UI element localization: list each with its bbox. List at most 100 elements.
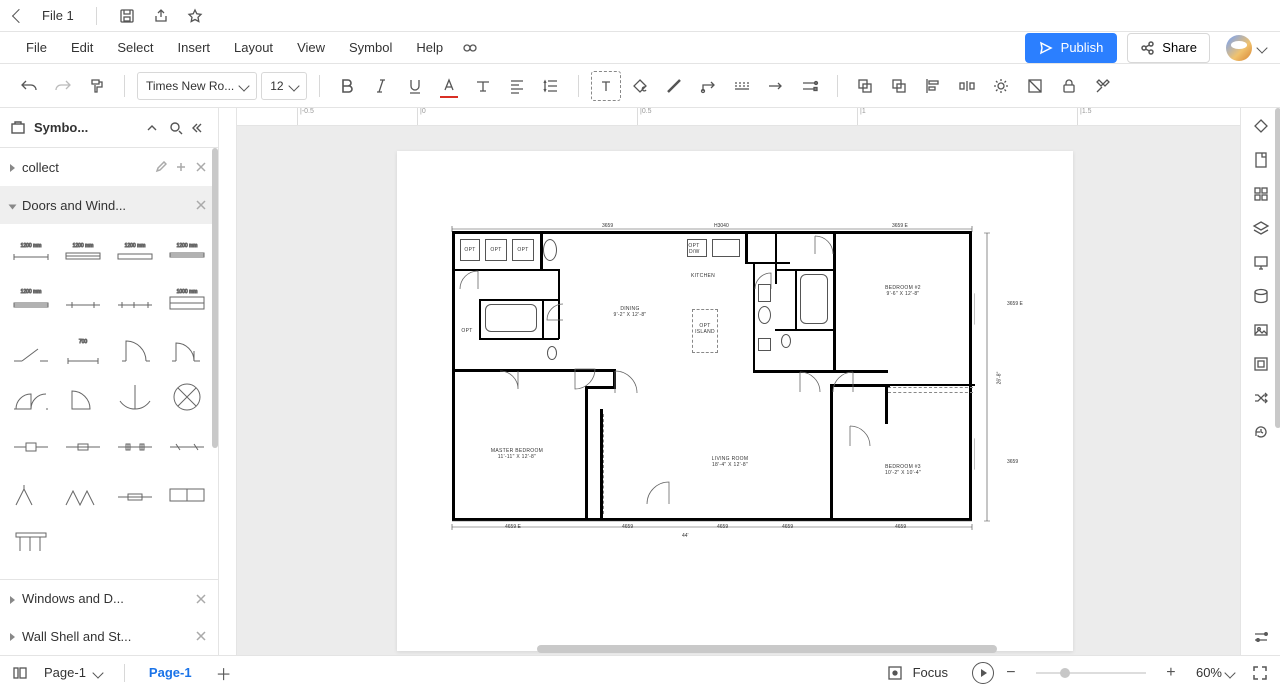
add-icon[interactable] [174, 160, 188, 174]
font-size-combo[interactable]: 12 [261, 72, 307, 100]
zoom-in-button[interactable]: + [1164, 664, 1178, 682]
menu-insert[interactable]: Insert [166, 32, 223, 63]
section-doors-windows[interactable]: Doors and Wind... [0, 186, 218, 224]
canvas[interactable]: 3659 H3040 3659 E [237, 126, 1240, 655]
menu-help[interactable]: Help [404, 32, 455, 63]
section-windows-doors[interactable]: Windows and D... [0, 579, 218, 617]
shape-thumb[interactable]: 1200 mm [164, 232, 210, 274]
connector-button[interactable] [693, 71, 723, 101]
layers-panel-icon[interactable] [1251, 218, 1271, 238]
shape-thumb[interactable] [8, 328, 54, 370]
line-color-button[interactable] [659, 71, 689, 101]
page[interactable]: 3659 H3040 3659 E [397, 151, 1073, 651]
shape-thumb[interactable] [164, 424, 210, 466]
collapse-panel-icon[interactable] [192, 120, 208, 136]
menu-symbol[interactable]: Symbol [337, 32, 404, 63]
focus-target-icon[interactable] [887, 665, 903, 681]
font-color-button[interactable] [434, 71, 464, 101]
star-icon[interactable] [187, 8, 203, 24]
play-button[interactable] [972, 662, 994, 684]
shape-thumb[interactable] [112, 472, 158, 514]
shape-thumb[interactable] [164, 376, 210, 418]
menu-view[interactable]: View [285, 32, 337, 63]
align-left-obj-button[interactable] [918, 71, 948, 101]
shape-thumb[interactable] [112, 424, 158, 466]
line-style-button[interactable] [727, 71, 757, 101]
history-panel-icon[interactable] [1251, 422, 1271, 442]
clear-format-button[interactable] [468, 71, 498, 101]
image-panel-icon[interactable] [1251, 320, 1271, 340]
spacing-button[interactable] [536, 71, 566, 101]
more-panel-icon[interactable] [1251, 627, 1271, 647]
fullscreen-button[interactable] [1252, 665, 1268, 681]
redo-button[interactable] [48, 71, 78, 101]
format-painter-button[interactable] [82, 71, 112, 101]
shape-thumb[interactable]: 1200 mm [112, 232, 158, 274]
save-icon[interactable] [119, 8, 135, 24]
section-collect[interactable]: collect [0, 148, 218, 186]
shape-thumb[interactable]: 1200 mm [8, 232, 54, 274]
shape-thumb[interactable] [60, 472, 106, 514]
shuffle-panel-icon[interactable] [1251, 388, 1271, 408]
effects-button[interactable] [986, 71, 1016, 101]
fill-color-button[interactable] [625, 71, 655, 101]
publish-button[interactable]: Publish [1025, 33, 1118, 63]
right-scrollbar[interactable] [1275, 108, 1280, 619]
menu-edit[interactable]: Edit [59, 32, 105, 63]
add-page-button[interactable]: ＋ [210, 661, 238, 685]
left-scrollbar[interactable] [212, 148, 218, 655]
italic-button[interactable] [366, 71, 396, 101]
zoom-value[interactable]: 60% [1196, 665, 1234, 680]
bring-front-button[interactable] [884, 71, 914, 101]
edit-icon[interactable] [154, 160, 168, 174]
horizontal-scrollbar[interactable] [537, 645, 997, 653]
lock-button[interactable] [1054, 71, 1084, 101]
shape-thumb[interactable] [60, 280, 106, 322]
shape-thumb[interactable]: 700 [60, 328, 106, 370]
zoom-out-button[interactable]: − [1004, 664, 1018, 682]
shape-thumb[interactable] [8, 472, 54, 514]
fill-panel-icon[interactable] [1251, 116, 1271, 136]
shape-thumb[interactable] [164, 472, 210, 514]
section-wall-shell[interactable]: Wall Shell and St... [0, 617, 218, 655]
shape-thumb[interactable] [8, 424, 54, 466]
shape-thumb[interactable] [8, 376, 54, 418]
font-family-combo[interactable]: Times New Ro... [137, 72, 257, 100]
line-end-button[interactable] [795, 71, 825, 101]
menu-layout[interactable]: Layout [222, 32, 285, 63]
menu-select[interactable]: Select [105, 32, 165, 63]
page-select[interactable]: Page-1 [38, 665, 108, 680]
grid-panel-icon[interactable] [1251, 184, 1271, 204]
undo-button[interactable] [14, 71, 44, 101]
outline-icon[interactable] [12, 665, 28, 681]
export-icon[interactable] [153, 8, 169, 24]
align-button[interactable] [502, 71, 532, 101]
menu-file[interactable]: File [14, 32, 59, 63]
bold-button[interactable] [332, 71, 362, 101]
shape-thumb[interactable] [60, 424, 106, 466]
underline-button[interactable] [400, 71, 430, 101]
send-back-button[interactable] [850, 71, 880, 101]
distribute-button[interactable] [952, 71, 982, 101]
shape-thumb[interactable] [60, 376, 106, 418]
zoom-slider[interactable] [1036, 672, 1146, 674]
slides-panel-icon[interactable] [1251, 252, 1271, 272]
page-panel-icon[interactable] [1251, 150, 1271, 170]
search-icon[interactable] [168, 120, 184, 136]
shape-thumb[interactable]: 1200 mm [8, 280, 54, 322]
arrow-style-button[interactable] [761, 71, 791, 101]
close-icon[interactable] [194, 592, 208, 606]
crop-button[interactable] [1020, 71, 1050, 101]
components-panel-icon[interactable] [1251, 354, 1271, 374]
floor-plan[interactable]: OPT OPT OPT OPT OPT D/W KITCHEN DINING9'… [452, 231, 972, 521]
shape-thumb[interactable]: 1000 mm [164, 280, 210, 322]
shape-thumb[interactable]: 1200 mm [60, 232, 106, 274]
close-icon[interactable] [194, 198, 208, 212]
shape-thumb[interactable] [112, 376, 158, 418]
tools-button[interactable] [1088, 71, 1118, 101]
close-icon[interactable] [194, 160, 208, 174]
text-tool-button[interactable] [591, 71, 621, 101]
close-icon[interactable] [194, 629, 208, 643]
shape-thumb[interactable] [8, 520, 54, 562]
preview-icon[interactable] [461, 39, 479, 57]
